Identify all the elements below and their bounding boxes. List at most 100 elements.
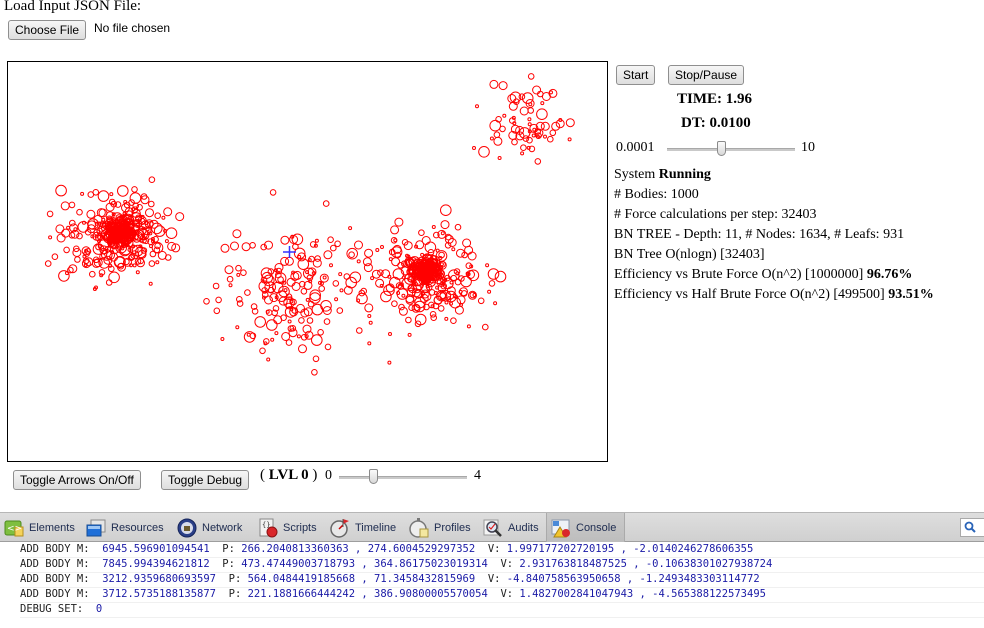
efficiency-half-label: Efficiency vs Half Brute Force O(n^2) [4… [614,287,889,302]
body-circle [224,265,234,275]
devtools-search-input[interactable] [960,518,984,537]
body-circle [298,317,305,324]
devtools-tab-console[interactable]: Console [546,513,626,542]
body-circle [296,303,305,313]
stop-pause-button[interactable]: Stop/Pause [668,65,745,85]
body-circle [76,208,83,216]
body-circle [407,332,412,337]
body-circle [526,136,533,144]
body-circle [89,270,96,278]
efficiency-brute-force: Efficiency vs Brute Force O(n^2) [100000… [614,267,912,283]
choose-file-button[interactable]: Choose File [8,20,87,40]
body-circle [511,138,518,146]
devtools-tab-scripts[interactable]: {} Scripts [258,513,317,542]
body-circle [368,320,373,325]
lvl-open-paren: ( [260,467,269,483]
body-circle [296,334,301,339]
body-circle [338,272,343,277]
body-circle [154,212,161,219]
body-circle [356,292,368,305]
body-circle [66,225,71,230]
devtools-toolbar: <> Elements Resources Network {} Scripts… [0,512,984,542]
body-circle [456,295,466,305]
console-output: ADD BODY M: 6945.596901094541 P: 266.204… [0,542,984,628]
body-circle [387,360,392,365]
body-circle [527,117,532,122]
body-circle [44,260,52,267]
body-circle [48,235,53,240]
time-readout: TIME: 1.96 [677,91,752,107]
body-circle [367,314,372,318]
body-circle [489,119,502,132]
toggle-debug-button[interactable]: Toggle Debug [161,470,250,490]
tab-label: Elements [29,521,75,534]
body-circle [488,280,496,287]
body-circle [140,195,150,205]
body-circle [440,204,452,216]
body-circle [235,325,240,330]
body-circle [228,283,233,288]
body-circle [356,259,361,264]
body-circle [148,260,156,267]
body-circle [249,242,256,249]
devtools-tab-resources[interactable]: Resources [86,513,164,542]
tab-label: Console [576,521,617,534]
devtools-tab-timeline[interactable]: Timeline [330,513,396,542]
body-circle [254,316,266,328]
devtools-tab-profiles[interactable]: Profiles [409,513,471,542]
body-circle [149,250,157,258]
devtools-tab-audits[interactable]: Audits [483,513,539,542]
body-circle [164,239,169,244]
body-circle [322,200,330,207]
body-circle [266,357,271,362]
toggle-arrows-button[interactable]: Toggle Arrows On/Off [13,470,141,490]
body-circle [269,189,277,196]
simulation-canvas[interactable] [7,61,608,462]
body-circle [444,316,449,321]
body-circle [244,289,251,296]
body-circle [312,355,320,363]
body-circle [536,108,548,121]
body-circle [489,136,494,141]
body-circle [489,79,499,89]
efficiency-brute-label: Efficiency vs Brute Force O(n^2) [100000… [614,267,867,282]
body-circle [430,304,435,309]
body-circle [236,272,241,277]
body-circle [157,250,167,260]
body-circle [502,113,507,118]
devtools-tab-network[interactable]: Network [177,513,242,542]
body-circle [354,240,363,250]
body-circle [418,229,425,236]
body-circle [334,297,339,302]
lvl-slider-thumb[interactable] [369,469,378,484]
load-input-label: Load Input JSON File: [4,0,142,14]
body-circle [519,106,529,116]
body-circle [339,288,344,293]
body-circle [69,219,76,227]
dt-slider[interactable] [667,141,795,156]
body-circle [323,250,333,260]
svg-text:<>: <> [7,524,22,534]
body-circle [362,257,372,267]
body-circle [274,331,279,336]
body-circle [259,347,266,355]
body-circle [175,212,185,222]
body-circle [370,276,375,281]
body-circle [437,305,445,312]
body-circle [324,343,332,351]
body-circle [477,297,485,305]
debug-level-slider[interactable] [339,469,467,484]
body-circle [317,329,324,336]
body-circle [540,121,550,131]
dt-slider-thumb[interactable] [717,141,726,156]
body-circle [375,278,385,288]
start-button[interactable]: Start [616,65,656,85]
body-circle [551,121,561,131]
body-circle [280,235,290,245]
body-circle [508,101,518,111]
console-line: ADD BODY M: 3212.9359680693597 P: 564.04… [20,572,984,588]
body-circle [375,248,380,252]
devtools-tab-elements[interactable]: <> Elements [4,513,75,542]
body-circle [527,73,535,80]
body-circle [108,271,120,284]
